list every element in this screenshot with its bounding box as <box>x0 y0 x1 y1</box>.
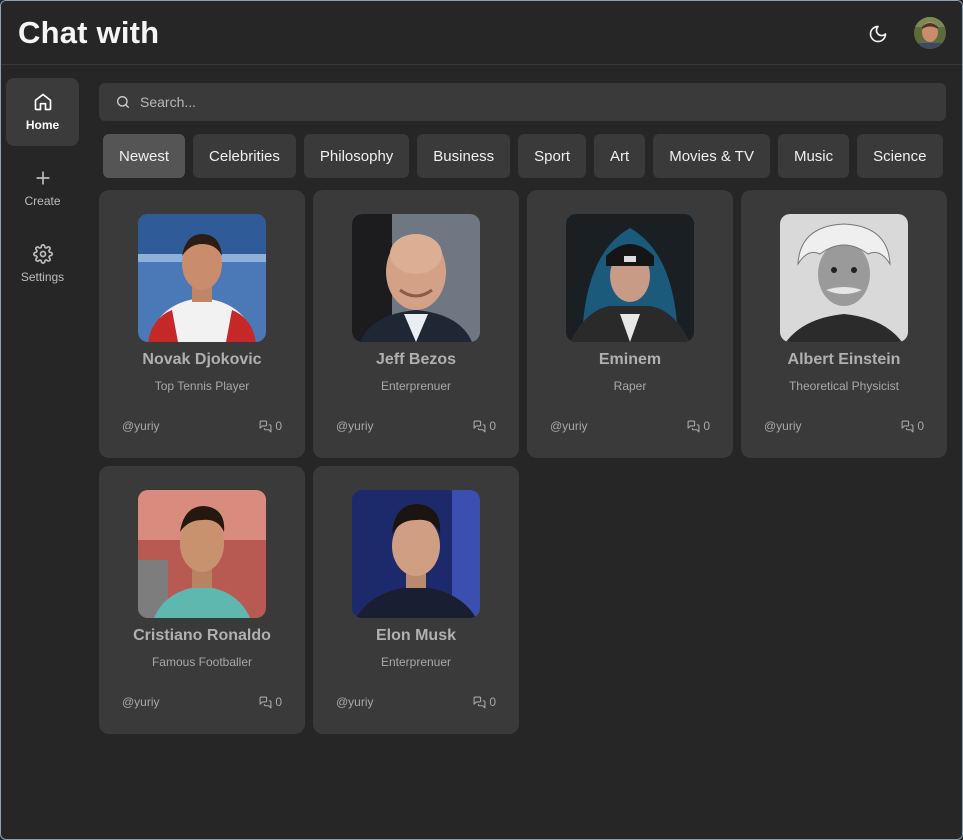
messages-icon <box>259 420 272 432</box>
user-avatar[interactable] <box>914 17 946 49</box>
messages-icon <box>687 420 700 432</box>
category-celebrities[interactable]: Celebrities <box>193 134 296 178</box>
companion-author: @yuriy <box>336 695 374 709</box>
top-bar: Chat with <box>1 1 962 65</box>
companion-photo <box>138 490 266 618</box>
home-icon <box>34 93 51 111</box>
category-tabs: Newest Celebrities Philosophy Business S… <box>103 134 943 178</box>
moon-icon <box>869 25 887 43</box>
companion-grid: Novak Djokovic Top Tennis Player @yuriy … <box>99 190 949 734</box>
app-title: Chat with <box>18 15 160 50</box>
companion-card[interactable]: Novak Djokovic Top Tennis Player @yuriy … <box>99 190 305 458</box>
message-count-value: 0 <box>703 419 710 433</box>
messages-icon <box>473 420 486 432</box>
app-window: Chat with Home Create Settings Search...… <box>0 0 963 840</box>
companion-card[interactable]: Cristiano Ronaldo Famous Footballer @yur… <box>99 466 305 734</box>
message-count-value: 0 <box>275 419 282 433</box>
message-count: 0 <box>259 695 282 709</box>
companion-description: Enterprenuer <box>380 655 452 669</box>
companion-card[interactable]: Eminem Raper @yuriy 0 <box>527 190 733 458</box>
search-input[interactable] <box>140 94 920 110</box>
messages-icon <box>259 696 272 708</box>
sidebar-item-label: Settings <box>20 270 65 284</box>
category-movies-tv[interactable]: Movies & TV <box>653 134 770 178</box>
category-science[interactable]: Science <box>857 134 943 178</box>
message-count-value: 0 <box>917 419 924 433</box>
messages-icon <box>473 696 486 708</box>
category-business[interactable]: Business <box>417 134 511 178</box>
companion-name: Eminem <box>598 351 662 368</box>
companion-name: Novak Djokovic <box>142 351 262 368</box>
message-count: 0 <box>901 419 924 433</box>
search-bar <box>99 83 946 121</box>
companion-name: Albert Einstein <box>787 351 901 368</box>
category-art[interactable]: Art <box>594 134 646 178</box>
sidebar-item-create[interactable]: Create <box>6 154 79 222</box>
companion-name: Cristiano Ronaldo <box>133 627 271 644</box>
companion-card[interactable]: Jeff Bezos Enterprenuer @yuriy 0 <box>313 190 519 458</box>
companion-photo <box>566 214 694 342</box>
companion-author: @yuriy <box>764 419 802 433</box>
message-count-value: 0 <box>489 695 496 709</box>
companion-name: Elon Musk <box>375 627 456 644</box>
plus-icon <box>35 171 50 185</box>
message-count: 0 <box>473 419 496 433</box>
message-count: 0 <box>473 695 496 709</box>
sidebar-item-label: Home <box>25 118 60 132</box>
companion-description: Famous Footballer <box>151 655 253 669</box>
category-music[interactable]: Music <box>777 134 850 178</box>
category-newest[interactable]: Newest <box>103 134 186 178</box>
companion-card[interactable]: Albert Einstein Theoretical Physicist @y… <box>741 190 947 458</box>
message-count: 0 <box>687 419 710 433</box>
companion-card[interactable]: Elon Musk Enterprenuer @yuriy 0 <box>313 466 519 734</box>
messages-icon <box>901 420 914 432</box>
companion-photo <box>138 214 266 342</box>
companion-author: @yuriy <box>122 695 160 709</box>
companion-author: @yuriy <box>336 419 374 433</box>
companion-description: Theoretical Physicist <box>788 379 900 393</box>
companion-author: @yuriy <box>550 419 588 433</box>
message-count-value: 0 <box>489 419 496 433</box>
gear-icon <box>32 244 53 264</box>
companion-description: Top Tennis Player <box>154 379 250 393</box>
theme-toggle-button[interactable] <box>865 21 891 47</box>
category-philosophy[interactable]: Philosophy <box>303 134 410 178</box>
companion-description: Enterprenuer <box>380 379 452 393</box>
companion-photo <box>352 490 480 618</box>
search-icon <box>117 96 129 108</box>
companion-description: Raper <box>613 379 647 393</box>
sidebar-item-settings[interactable]: Settings <box>6 230 79 298</box>
message-count-value: 0 <box>275 695 282 709</box>
companion-author: @yuriy <box>122 419 160 433</box>
message-count: 0 <box>259 419 282 433</box>
category-sport[interactable]: Sport <box>518 134 587 178</box>
companion-name: Jeff Bezos <box>375 351 457 368</box>
sidebar-item-home[interactable]: Home <box>6 78 79 146</box>
companion-photo <box>780 214 908 342</box>
companion-photo <box>352 214 480 342</box>
sidebar: Home Create Settings <box>1 66 85 839</box>
sidebar-item-label: Create <box>24 194 61 208</box>
